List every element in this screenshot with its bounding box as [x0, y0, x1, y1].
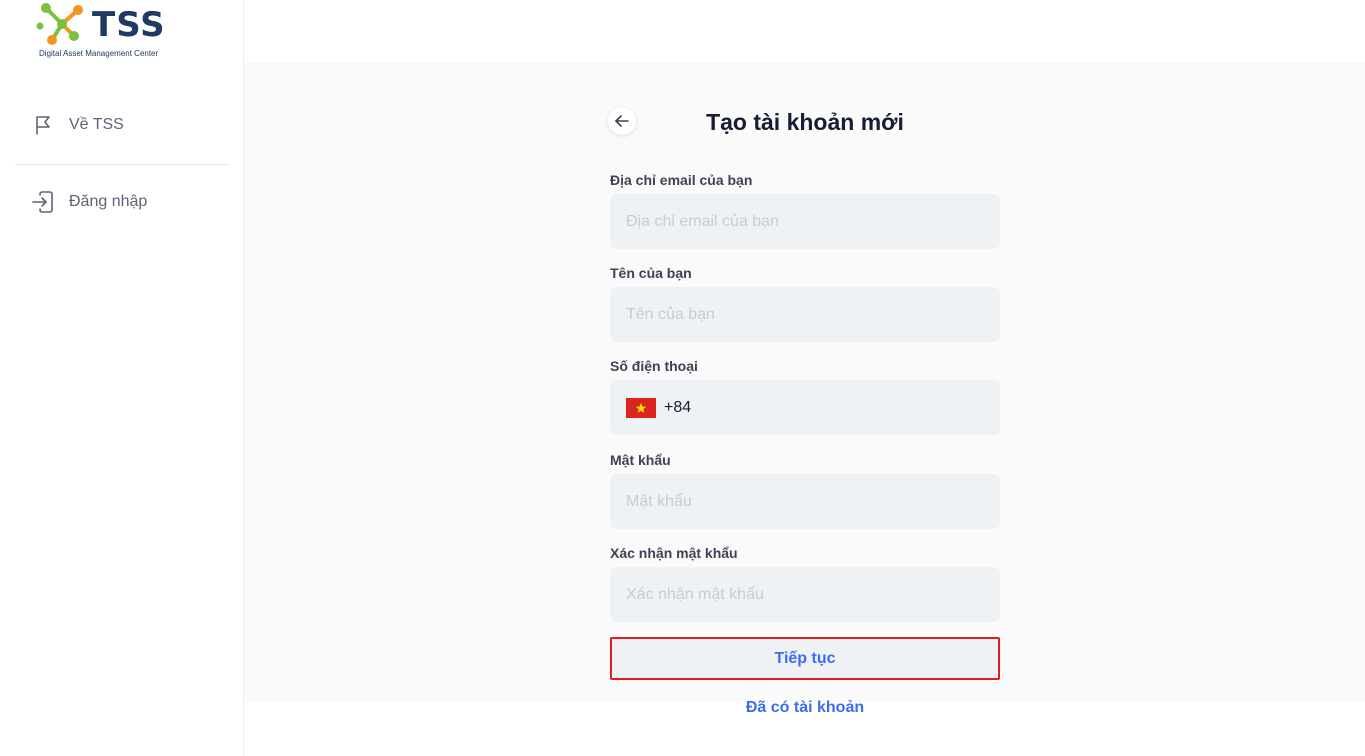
continue-button[interactable]: Tiếp tục — [610, 637, 1000, 680]
back-button[interactable] — [608, 107, 636, 135]
logo-tagline: Digital Asset Management Center — [39, 49, 159, 58]
password-field[interactable] — [610, 474, 1000, 529]
confirm-password-field[interactable] — [610, 567, 1000, 622]
name-field[interactable] — [610, 287, 1000, 342]
country-code: +84 — [664, 398, 692, 416]
phone-label: Số điện thoại — [610, 358, 698, 374]
page-title: Tạo tài khoản mới — [706, 109, 904, 135]
vietnam-flag-icon[interactable] — [626, 397, 656, 418]
email-field[interactable] — [610, 194, 1000, 249]
confirm-password-label: Xác nhận mật khẩu — [610, 545, 738, 561]
tss-logo-mark-icon — [36, 3, 83, 45]
arrow-left-icon — [615, 115, 629, 127]
sidebar-divider — [15, 164, 228, 165]
phone-field[interactable]: +84 — [610, 380, 1000, 435]
sidebar-item-login[interactable]: Đăng nhập — [30, 188, 147, 216]
logo-text: TSS — [92, 5, 166, 45]
sidebar-item-label: Đăng nhập — [69, 193, 148, 210]
sidebar-item-about[interactable]: Về TSS — [30, 111, 124, 139]
name-label: Tên của bạn — [610, 265, 692, 281]
sidebar: TSS Digital Asset Management Center Về T… — [0, 0, 244, 756]
password-label: Mật khẩu — [610, 452, 671, 468]
have-account-link[interactable]: Đã có tài khoản — [610, 698, 1000, 718]
tss-logo[interactable]: TSS Digital Asset Management Center — [36, 2, 166, 60]
login-icon — [30, 189, 56, 215]
sidebar-item-label: Về TSS — [69, 116, 124, 133]
email-label: Địa chỉ email của bạn — [610, 172, 753, 188]
flag-icon — [30, 112, 56, 138]
